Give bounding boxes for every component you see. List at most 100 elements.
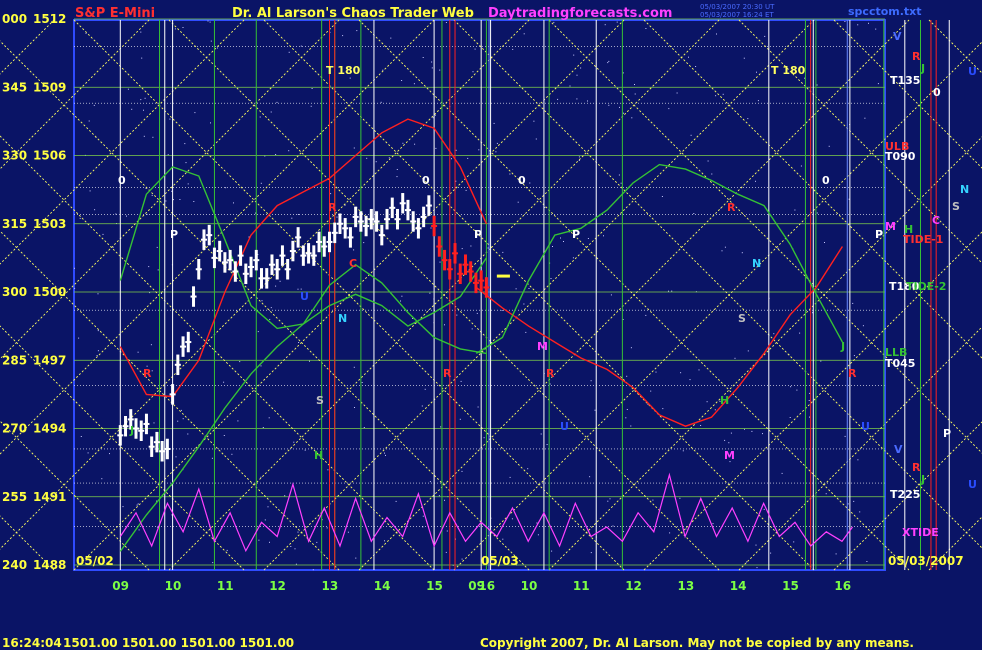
price-bar	[211, 256, 218, 259]
star-dot	[511, 518, 513, 520]
star-dot	[260, 365, 262, 367]
right-label: V	[893, 30, 902, 43]
price-bar	[384, 218, 391, 221]
star-dot	[576, 98, 578, 100]
y-label-degrees: 000	[2, 12, 27, 26]
price-bar	[368, 218, 375, 221]
star-dot	[764, 35, 766, 37]
star-dot	[535, 138, 537, 140]
price-bar	[357, 220, 364, 223]
y-label-price: 1500	[33, 285, 66, 299]
star-dot	[223, 435, 225, 436]
star-dot	[179, 199, 181, 200]
star-dot	[143, 109, 144, 111]
plot-label: 0	[118, 174, 126, 187]
y-label-degrees: 285	[2, 353, 27, 367]
plot-label: P	[474, 228, 482, 241]
star-dot	[607, 500, 609, 502]
star-dot	[618, 174, 620, 176]
star-dot	[756, 71, 757, 73]
star-dot	[269, 541, 270, 543]
star-dot	[741, 252, 743, 254]
star-dot	[153, 422, 155, 424]
star-dot	[746, 561, 748, 563]
star-dot	[384, 452, 385, 454]
star-dot	[291, 217, 293, 219]
star-dot	[751, 430, 753, 432]
star-dot	[459, 418, 461, 420]
star-dot	[800, 165, 802, 167]
star-dot	[509, 476, 511, 478]
star-dot	[288, 150, 290, 152]
star-dot	[690, 134, 692, 136]
star-dot	[496, 142, 498, 144]
file-name: spcctom.txt	[848, 5, 922, 18]
star-dot	[483, 437, 485, 439]
price-bar	[174, 363, 181, 366]
y-label-price: 1503	[33, 217, 66, 231]
star-dot	[844, 435, 846, 437]
star-dot	[747, 350, 749, 352]
star-dot	[184, 143, 186, 145]
star-dot	[634, 93, 636, 95]
x-label-hour-day2: 13	[678, 579, 695, 593]
plot-label: R	[143, 367, 152, 380]
star-dot	[662, 408, 664, 410]
star-dot	[216, 47, 218, 49]
star-dot	[434, 114, 436, 116]
star-dot	[169, 118, 171, 120]
date-label-end: 05/03/2007	[888, 554, 964, 568]
price-bar	[420, 215, 427, 218]
plot-label: S	[316, 394, 324, 407]
star-dot	[853, 500, 855, 502]
plot-label: C	[349, 257, 357, 270]
price-bar	[415, 227, 422, 230]
star-dot	[689, 379, 691, 381]
star-dot	[578, 156, 580, 158]
star-dot	[160, 293, 162, 294]
site-title: Dr. Al Larson's Chaos Trader Web	[232, 6, 474, 21]
right-label: T090	[885, 150, 916, 163]
plot-label: 0	[822, 174, 830, 187]
x-label-hour-day1: 13	[322, 579, 339, 593]
star-dot	[74, 287, 76, 289]
star-dot	[144, 97, 146, 99]
star-dot	[126, 215, 127, 217]
right-label: XTIDE	[902, 526, 939, 539]
star-dot	[502, 251, 504, 253]
star-dot	[868, 22, 869, 24]
star-dot	[523, 33, 525, 35]
plot-label: 0	[422, 174, 430, 187]
star-dot	[165, 200, 167, 202]
star-dot	[668, 108, 670, 110]
star-dot	[763, 508, 765, 510]
price-bar	[347, 236, 354, 239]
star-dot	[523, 303, 525, 305]
star-dot	[422, 57, 424, 58]
right-label: C	[932, 214, 940, 227]
star-dot	[549, 383, 551, 385]
star-dot	[284, 495, 286, 497]
star-dot	[312, 569, 314, 571]
star-dot	[695, 66, 697, 67]
star-dot	[311, 88, 313, 89]
star-dot	[529, 182, 531, 184]
star-dot	[706, 401, 708, 403]
price-bar	[305, 252, 312, 255]
star-dot	[789, 417, 791, 418]
star-dot	[80, 436, 82, 437]
star-dot	[258, 539, 260, 541]
star-dot	[388, 157, 390, 159]
star-dot	[747, 118, 749, 120]
star-dot	[290, 546, 292, 547]
star-dot	[560, 237, 561, 239]
y-label-degrees: 255	[2, 490, 27, 504]
x-label-hour-day2: 16	[834, 579, 851, 593]
star-dot	[382, 69, 384, 71]
star-dot	[630, 425, 632, 427]
star-dot	[724, 439, 726, 441]
y-label-price: 1494	[33, 422, 66, 436]
star-dot	[619, 106, 620, 108]
price-bar-late	[478, 279, 485, 282]
star-dot	[755, 180, 756, 182]
